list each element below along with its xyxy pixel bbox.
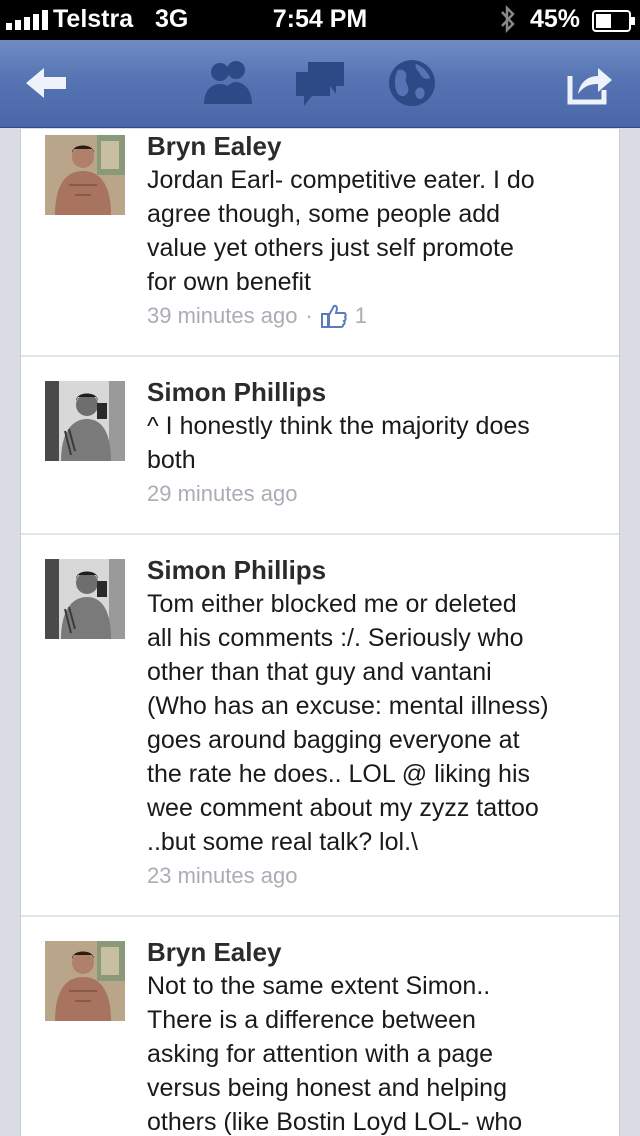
comment-item: Simon Phillips Tom either blocked me or … bbox=[21, 535, 619, 917]
battery-icon bbox=[592, 10, 635, 32]
battery-percent: 45% bbox=[530, 5, 581, 33]
nav-bar bbox=[0, 40, 640, 128]
like-count[interactable]: 1 bbox=[355, 299, 367, 333]
avatar[interactable] bbox=[45, 559, 125, 639]
comment-timestamp: 29 minutes ago bbox=[147, 481, 298, 506]
share-button[interactable] bbox=[566, 56, 614, 110]
notifications-button[interactable] bbox=[386, 56, 438, 110]
comment-author[interactable]: Bryn Ealey bbox=[147, 935, 601, 969]
comment-meta: 23 minutes ago bbox=[147, 859, 601, 893]
comments-feed[interactable]: Bryn Ealey Jordan Earl- competitive eate… bbox=[20, 129, 620, 1136]
status-bar: Telstra 3G 7:54 PM 45% bbox=[0, 0, 640, 40]
share-icon bbox=[567, 68, 612, 105]
back-button[interactable] bbox=[24, 56, 70, 110]
thumbs-up-icon[interactable] bbox=[320, 303, 347, 329]
comment-item: Simon Phillips ^ I honestly think the ma… bbox=[21, 357, 619, 535]
globe-notifications-icon bbox=[389, 60, 435, 106]
profile-photo-simon bbox=[45, 559, 125, 639]
bluetooth-icon bbox=[501, 4, 515, 34]
avatar[interactable] bbox=[45, 941, 125, 1021]
messages-button[interactable] bbox=[294, 56, 348, 110]
profile-photo-simon bbox=[45, 381, 125, 461]
comment-timestamp: 23 minutes ago bbox=[147, 863, 298, 888]
messages-icon bbox=[296, 62, 344, 106]
comment-author[interactable]: Bryn Ealey bbox=[147, 129, 601, 163]
comment-author[interactable]: Simon Phillips bbox=[147, 553, 601, 587]
friend-requests-button[interactable] bbox=[200, 56, 256, 110]
comment-meta: 39 minutes ago · 1 bbox=[147, 299, 601, 333]
meta-separator: · bbox=[305, 303, 313, 328]
comment-text: Not to the same extent Simon.. There is … bbox=[147, 972, 523, 1136]
profile-photo-bryn bbox=[45, 135, 125, 215]
friends-icon bbox=[204, 61, 252, 104]
comment-text: Jordan Earl- competitive eater. I do agr… bbox=[147, 166, 535, 296]
avatar[interactable] bbox=[45, 135, 125, 215]
back-arrow-icon bbox=[26, 68, 66, 98]
comment-item: Bryn Ealey Not to the same extent Simon.… bbox=[21, 917, 619, 1136]
profile-photo-bryn bbox=[45, 941, 125, 1021]
comment-timestamp: 39 minutes ago bbox=[147, 303, 298, 328]
comment-author[interactable]: Simon Phillips bbox=[147, 375, 601, 409]
comment-text: Tom either blocked me or deleted all his… bbox=[147, 590, 549, 856]
comment-item: Bryn Ealey Jordan Earl- competitive eate… bbox=[21, 129, 619, 357]
comment-text: ^ I honestly think the majority does bot… bbox=[147, 412, 530, 474]
avatar[interactable] bbox=[45, 381, 125, 461]
comment-meta: 29 minutes ago bbox=[147, 477, 601, 511]
